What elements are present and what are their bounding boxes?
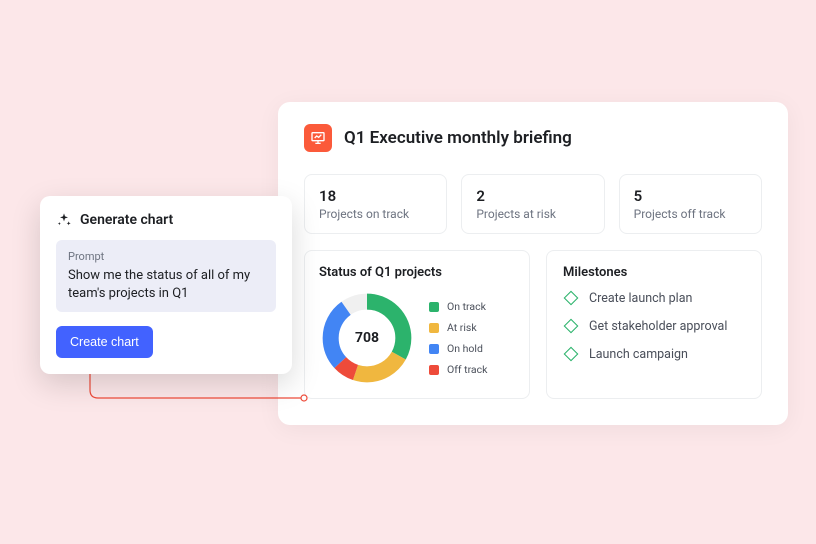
dashboard-header: Q1 Executive monthly briefing xyxy=(304,124,762,152)
generate-heading: Generate chart xyxy=(56,212,276,228)
chart-title: Status of Q1 projects xyxy=(319,265,515,280)
legend-swatch xyxy=(429,323,439,333)
milestone-label: Get stakeholder approval xyxy=(589,319,727,334)
donut-chart: 708 xyxy=(319,290,415,386)
milestone-item[interactable]: Launch campaign xyxy=(563,346,745,362)
legend-swatch xyxy=(429,365,439,375)
stat-label: Projects off track xyxy=(634,207,747,221)
legend-label: Off track xyxy=(447,363,487,376)
legend-swatch xyxy=(429,302,439,312)
donut-center-value: 708 xyxy=(319,290,415,386)
legend-label: At risk xyxy=(447,321,477,334)
stat-value: 2 xyxy=(476,187,589,205)
legend-label: On track xyxy=(447,300,486,313)
diamond-icon xyxy=(563,318,579,334)
milestones-card[interactable]: Milestones Create launch plan Get stakeh… xyxy=(546,250,762,399)
milestones-list: Create launch plan Get stakeholder appro… xyxy=(563,290,745,362)
milestone-label: Launch campaign xyxy=(589,347,688,362)
stat-off-track[interactable]: 5 Projects off track xyxy=(619,174,762,234)
stat-at-risk[interactable]: 2 Projects at risk xyxy=(461,174,604,234)
presentation-icon xyxy=(304,124,332,152)
legend-swatch xyxy=(429,344,439,354)
milestone-item[interactable]: Create launch plan xyxy=(563,290,745,306)
prompt-input[interactable]: Prompt Show me the status of all of my t… xyxy=(56,240,276,312)
generate-chart-panel: Generate chart Prompt Show me the status… xyxy=(40,196,292,374)
stat-label: Projects at risk xyxy=(476,207,589,221)
dashboard-card: Q1 Executive monthly briefing 18 Project… xyxy=(278,102,788,425)
chart-legend: On track At risk On hold Off track xyxy=(429,300,487,376)
prompt-label: Prompt xyxy=(68,250,264,263)
stat-value: 5 xyxy=(634,187,747,205)
legend-item: Off track xyxy=(429,363,487,376)
stat-on-track[interactable]: 18 Projects on track xyxy=(304,174,447,234)
stat-value: 18 xyxy=(319,187,432,205)
chart-card[interactable]: Status of Q1 projects 708 xyxy=(304,250,530,399)
create-chart-button[interactable]: Create chart xyxy=(56,326,153,358)
legend-item: At risk xyxy=(429,321,487,334)
stat-label: Projects on track xyxy=(319,207,432,221)
legend-item: On hold xyxy=(429,342,487,355)
generate-heading-text: Generate chart xyxy=(80,212,173,228)
dashboard-title: Q1 Executive monthly briefing xyxy=(344,128,572,148)
milestones-title: Milestones xyxy=(563,265,745,280)
content-row: Status of Q1 projects 708 xyxy=(304,250,762,399)
milestone-label: Create launch plan xyxy=(589,291,692,306)
milestone-item[interactable]: Get stakeholder approval xyxy=(563,318,745,334)
diamond-icon xyxy=(563,346,579,362)
sparkle-icon xyxy=(56,212,72,228)
diamond-icon xyxy=(563,290,579,306)
stats-row: 18 Projects on track 2 Projects at risk … xyxy=(304,174,762,234)
legend-label: On hold xyxy=(447,342,483,355)
legend-item: On track xyxy=(429,300,487,313)
prompt-text: Show me the status of all of my team's p… xyxy=(68,267,264,302)
